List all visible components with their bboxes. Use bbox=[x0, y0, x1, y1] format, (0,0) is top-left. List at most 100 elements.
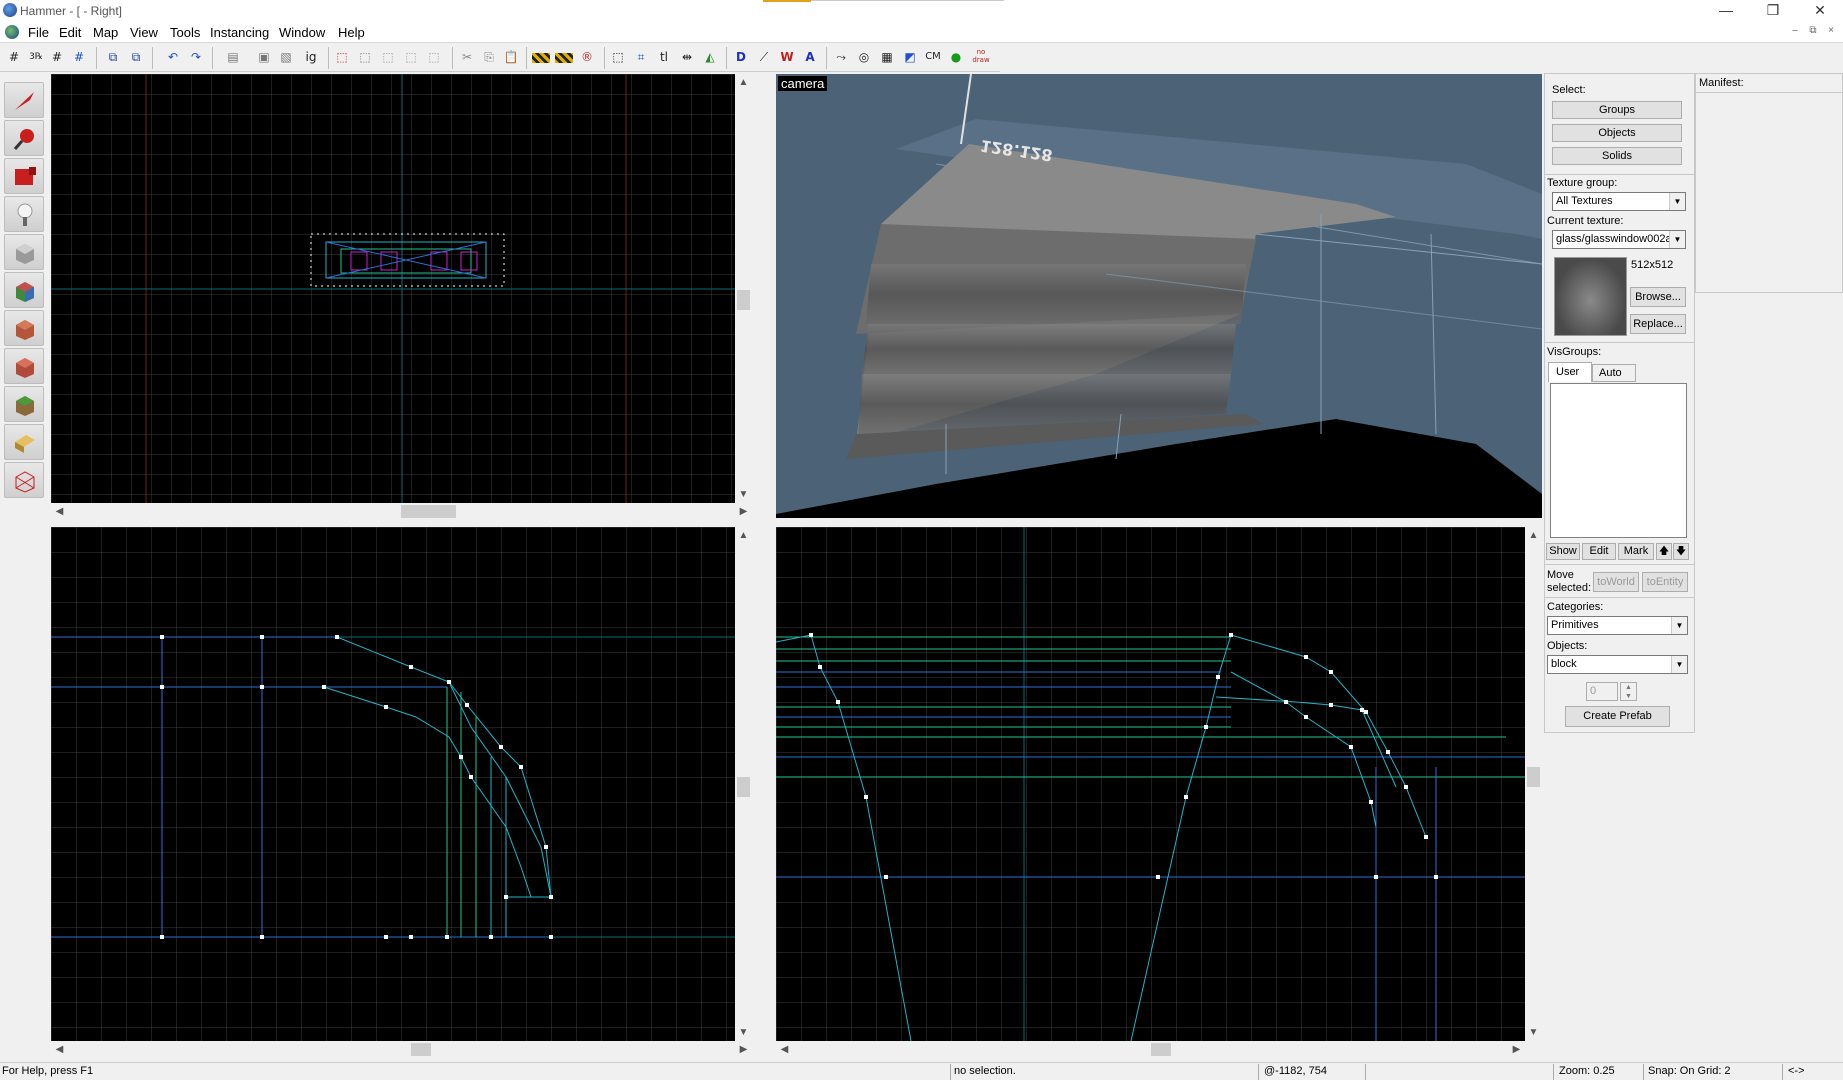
scroll-left-icon[interactable]: ◀ bbox=[51, 1041, 68, 1058]
texture-lock-icon[interactable] bbox=[532, 53, 550, 63]
texture-group-dropdown[interactable]: All Textures ▼ bbox=[1552, 192, 1686, 211]
entity-tool[interactable] bbox=[4, 196, 44, 232]
menu-instancing[interactable]: Instancing bbox=[210, 25, 269, 40]
scroll-left-icon[interactable]: ◀ bbox=[776, 1041, 793, 1058]
mdi-restore-button[interactable]: ⧉ bbox=[1806, 25, 1820, 39]
viewport-front-2d[interactable]: ▲ ▼ bbox=[776, 527, 1542, 1041]
paste-icon[interactable]: 📋 bbox=[502, 48, 520, 66]
copy-special-icon[interactable]: ▧ bbox=[277, 48, 295, 66]
scroll-right-icon[interactable]: ▶ bbox=[735, 1041, 752, 1058]
flip-horizontal-icon[interactable]: ⇹ bbox=[678, 48, 696, 66]
tab-user[interactable]: User bbox=[1548, 362, 1592, 382]
select-size-icon[interactable]: ⌗ bbox=[632, 48, 650, 66]
replace-button[interactable]: Replace... bbox=[1630, 314, 1686, 334]
menu-help[interactable]: Help bbox=[338, 25, 365, 40]
prefab-count-stepper[interactable]: ▲ ▼ bbox=[1620, 682, 1637, 701]
display-wireframe-icon[interactable]: D bbox=[732, 48, 750, 66]
browse-button[interactable]: Browse... bbox=[1630, 287, 1686, 307]
create-prefab-button[interactable]: Create Prefab bbox=[1565, 706, 1670, 727]
prefab-count-field[interactable]: 0 bbox=[1586, 682, 1618, 701]
menu-map[interactable]: Map bbox=[93, 25, 118, 40]
scroll-thumb[interactable] bbox=[737, 777, 750, 797]
camera-tool[interactable] bbox=[4, 158, 44, 194]
undo-icon[interactable]: ↶ bbox=[164, 48, 182, 66]
scroll-left-icon[interactable]: ◀ bbox=[51, 503, 68, 520]
tl-button[interactable]: tl bbox=[655, 48, 673, 66]
grid-toggle-icon[interactable]: ▦ bbox=[878, 48, 896, 66]
viewport-top-2d[interactable]: ▲ ▼ bbox=[51, 74, 752, 503]
select-solids-button[interactable]: Solids bbox=[1552, 147, 1682, 165]
hide-icon[interactable]: ⬚ bbox=[379, 48, 397, 66]
display-shaded-icon[interactable]: A bbox=[801, 48, 819, 66]
move-up-icon[interactable]: 🡅 bbox=[1656, 543, 1672, 560]
scroll-thumb[interactable] bbox=[411, 1043, 431, 1056]
menu-tools[interactable]: Tools bbox=[170, 25, 200, 40]
mdi-close-button[interactable]: × bbox=[1824, 25, 1838, 39]
visgroup-mark-button[interactable]: Mark bbox=[1618, 543, 1654, 560]
grid-small-icon[interactable]: # bbox=[48, 48, 66, 66]
radius-icon[interactable]: ® bbox=[578, 48, 596, 66]
unhide-icon[interactable]: ⬚ bbox=[402, 48, 420, 66]
cut-icon[interactable]: ✂ bbox=[458, 48, 476, 66]
texture-lock-scale-icon[interactable] bbox=[555, 53, 573, 63]
texture-tool[interactable] bbox=[4, 272, 44, 308]
vertex-tool[interactable] bbox=[4, 462, 44, 498]
sphere-icon[interactable]: ◎ bbox=[855, 48, 873, 66]
scroll-down-icon[interactable]: ▼ bbox=[735, 486, 752, 503]
to-entity-button[interactable]: toEntity bbox=[1642, 572, 1688, 592]
grid-large-icon[interactable]: # bbox=[70, 48, 88, 66]
objects-dropdown[interactable]: block ▼ bbox=[1547, 655, 1688, 674]
visgroup-show-button[interactable]: Show bbox=[1546, 543, 1580, 560]
decal-tool[interactable] bbox=[4, 348, 44, 384]
close-button[interactable]: ✕ bbox=[1797, 0, 1843, 22]
vis-groups-icon[interactable]: ◩ bbox=[901, 48, 919, 66]
select-box-icon[interactable]: ⬚ bbox=[609, 48, 627, 66]
group-icon[interactable]: ⧉ bbox=[127, 48, 145, 66]
overlay-tool[interactable] bbox=[4, 386, 44, 422]
viewport-front-vscroll[interactable]: ▲ ▼ bbox=[1525, 527, 1542, 1041]
scroll-right-icon[interactable]: ▶ bbox=[735, 503, 752, 520]
viewport-side-hscroll[interactable]: ◀ ▶ bbox=[51, 1041, 752, 1058]
ig-button[interactable]: ig bbox=[302, 48, 320, 66]
visgroups-list[interactable] bbox=[1550, 383, 1687, 538]
cordon-icon[interactable]: ● bbox=[947, 48, 965, 66]
scroll-thumb[interactable] bbox=[737, 290, 750, 310]
cm-button[interactable]: CM bbox=[922, 48, 944, 66]
visgroup-edit-button[interactable]: Edit bbox=[1582, 543, 1616, 560]
viewport-top-hscroll[interactable]: ◀ ▶ bbox=[51, 503, 752, 520]
redo-icon[interactable]: ↷ bbox=[187, 48, 205, 66]
apply-texture-tool[interactable] bbox=[4, 310, 44, 346]
select-objects-button[interactable]: Objects bbox=[1552, 124, 1682, 142]
current-texture-dropdown[interactable]: glass/glasswindow002a ▼ bbox=[1552, 230, 1686, 249]
selection-tool[interactable] bbox=[4, 82, 44, 118]
scroll-thumb[interactable] bbox=[1151, 1043, 1171, 1056]
toggle-groups-icon[interactable]: ⬚ bbox=[333, 48, 351, 66]
to-world-button[interactable]: toWorld bbox=[1593, 572, 1639, 592]
scroll-up-icon[interactable]: ▲ bbox=[735, 527, 752, 544]
copy-icon[interactable]: ⎘ bbox=[480, 48, 498, 66]
carve-icon[interactable]: ⧉ bbox=[104, 48, 122, 66]
document-icon[interactable] bbox=[5, 25, 19, 39]
restore-button[interactable]: ❐ bbox=[1750, 0, 1796, 22]
display-logical-icon[interactable]: ⤳ bbox=[832, 48, 850, 66]
scroll-right-icon[interactable]: ▶ bbox=[1508, 1041, 1525, 1058]
paste-special-icon[interactable]: ▣ bbox=[255, 48, 273, 66]
scroll-up-icon[interactable]: ▲ bbox=[735, 74, 752, 91]
scroll-down-icon[interactable]: ▼ bbox=[1525, 1024, 1542, 1041]
display-textured-icon[interactable]: W bbox=[778, 48, 796, 66]
menu-file[interactable]: File bbox=[28, 25, 49, 40]
viewport-top-vscroll[interactable]: ▲ ▼ bbox=[735, 74, 752, 503]
grid-snap-icon[interactable]: 3℞ bbox=[27, 48, 45, 66]
menu-window[interactable]: Window bbox=[279, 25, 325, 40]
viewport-side-vscroll[interactable]: ▲ ▼ bbox=[735, 527, 752, 1041]
scroll-thumb[interactable] bbox=[1527, 767, 1540, 787]
select-groups-button[interactable]: Groups bbox=[1552, 101, 1682, 119]
tab-auto[interactable]: Auto bbox=[1592, 364, 1636, 382]
categories-dropdown[interactable]: Primitives ▼ bbox=[1547, 616, 1688, 635]
scroll-down-icon[interactable]: ▼ bbox=[735, 1024, 752, 1041]
menu-view[interactable]: View bbox=[130, 25, 158, 40]
ungroup-icon[interactable]: ⬚ bbox=[356, 48, 374, 66]
hide-all-icon[interactable]: ⬚ bbox=[425, 48, 443, 66]
hollow-icon[interactable]: ▤ bbox=[224, 48, 242, 66]
minimize-button[interactable]: — bbox=[1703, 0, 1749, 22]
